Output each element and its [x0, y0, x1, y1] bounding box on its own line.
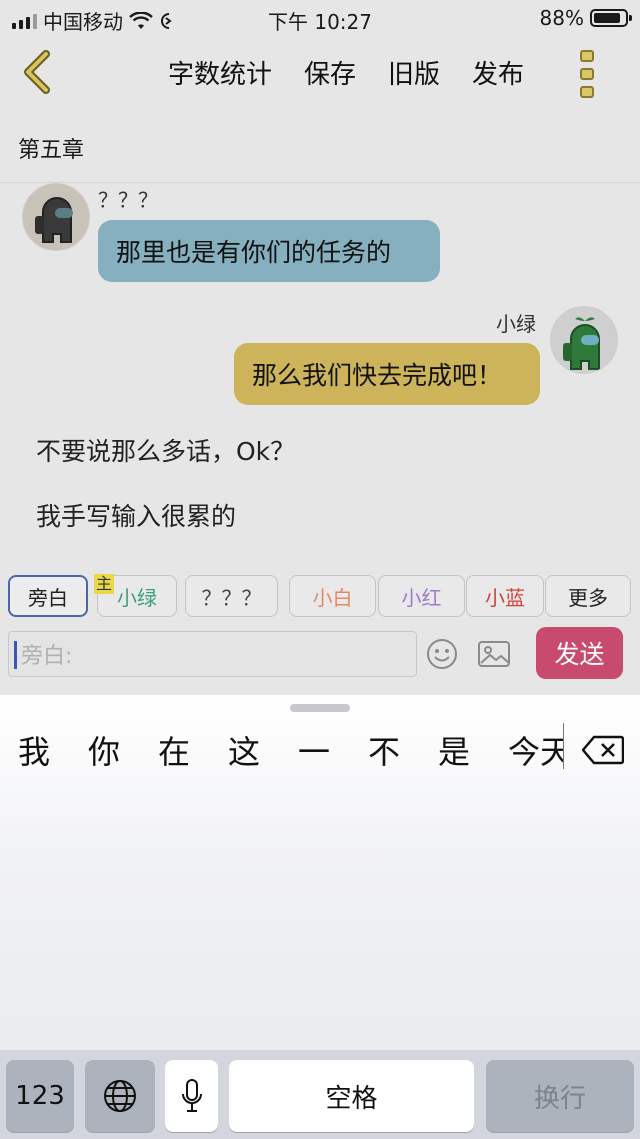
role-chip-more[interactable]: 更多: [545, 575, 631, 617]
message-input[interactable]: 旁白:: [8, 631, 417, 677]
candidate-divider: [563, 723, 564, 769]
back-chevron-icon[interactable]: [18, 50, 58, 94]
numbers-key[interactable]: 123: [6, 1060, 74, 1132]
globe-key[interactable]: [85, 1060, 155, 1132]
emoji-icon[interactable]: [426, 638, 458, 670]
narration-line[interactable]: 我手写输入很累的: [36, 497, 236, 533]
candidate-item[interactable]: 这: [228, 727, 260, 773]
main-role-badge: 主: [94, 574, 115, 594]
text-caret: [14, 641, 17, 669]
role-label: 小红: [401, 585, 442, 610]
keyboard: 我 你 在 这 一 不 是 今天 123 空格 换行: [0, 695, 640, 1139]
microphone-key[interactable]: [165, 1060, 218, 1132]
crewmate-green-icon: [551, 307, 617, 373]
publish-button[interactable]: 发布: [472, 54, 524, 91]
space-key[interactable]: 空格: [229, 1060, 474, 1132]
candidate-item[interactable]: 是: [438, 727, 470, 773]
avatar-green[interactable]: [550, 306, 618, 374]
crewmate-dark-icon: [23, 184, 89, 250]
image-icon[interactable]: [477, 640, 511, 668]
role-chip-narrator[interactable]: 旁白: [8, 575, 88, 617]
role-chip-red[interactable]: 小红: [378, 575, 465, 617]
keyboard-bottom-row: 123 空格 换行: [0, 1050, 640, 1139]
candidate-item[interactable]: 一: [298, 727, 330, 773]
microphone-icon: [181, 1079, 202, 1112]
send-button[interactable]: 发送: [536, 627, 623, 679]
return-key[interactable]: 换行: [486, 1060, 634, 1132]
status-bar: 中国移动 下午 10:27 88%: [0, 0, 640, 36]
message-text: 那里也是有你们的任务的: [116, 238, 392, 267]
sender-name: ？？？: [98, 188, 158, 212]
candidate-item[interactable]: 在: [158, 727, 190, 773]
sender-name: 小绿: [496, 312, 536, 336]
divider: [0, 182, 640, 183]
keyboard-handle[interactable]: [290, 704, 350, 712]
role-chip-white[interactable]: 小白: [289, 575, 376, 617]
candidate-item[interactable]: 今天: [508, 727, 563, 773]
save-button[interactable]: 保存: [304, 54, 356, 91]
candidate-item[interactable]: 你: [88, 727, 120, 773]
avatar-unknown[interactable]: [22, 183, 90, 251]
message-bubble[interactable]: 那里也是有你们的任务的: [98, 220, 440, 282]
message-bubble[interactable]: 那么我们快去完成吧！: [234, 343, 540, 405]
role-label: 小蓝: [485, 585, 525, 610]
message-text: 那么我们快去完成吧！: [252, 361, 503, 390]
backspace-icon[interactable]: [582, 735, 624, 765]
role-label: ？？？: [201, 585, 262, 610]
old-version-button[interactable]: 旧版: [388, 54, 440, 91]
role-chip-unknown[interactable]: ？？？: [185, 575, 278, 617]
candidate-item[interactable]: 我: [18, 727, 50, 773]
role-label: 小绿: [117, 585, 157, 610]
chapter-title: 第五章: [18, 138, 85, 163]
candidate-bar: 我 你 在 这 一 不 是 今天: [0, 727, 640, 771]
role-label: 小白: [312, 585, 353, 610]
battery-percent: 88%: [539, 6, 584, 30]
input-placeholder: 旁白:: [21, 644, 73, 669]
narration-line[interactable]: 不要说那么多话，Ok？: [36, 432, 295, 468]
role-label: 旁白: [28, 585, 68, 610]
role-chip-blue[interactable]: 小蓝: [466, 575, 544, 617]
battery-icon: [590, 9, 632, 27]
role-label: 更多: [568, 585, 608, 610]
more-menu-icon[interactable]: [580, 50, 596, 98]
candidate-item[interactable]: 不: [368, 727, 400, 773]
word-count-button[interactable]: 字数统计: [168, 54, 272, 91]
globe-icon: [104, 1080, 136, 1112]
top-nav: 字数统计 保存 旧版 发布: [0, 36, 640, 112]
